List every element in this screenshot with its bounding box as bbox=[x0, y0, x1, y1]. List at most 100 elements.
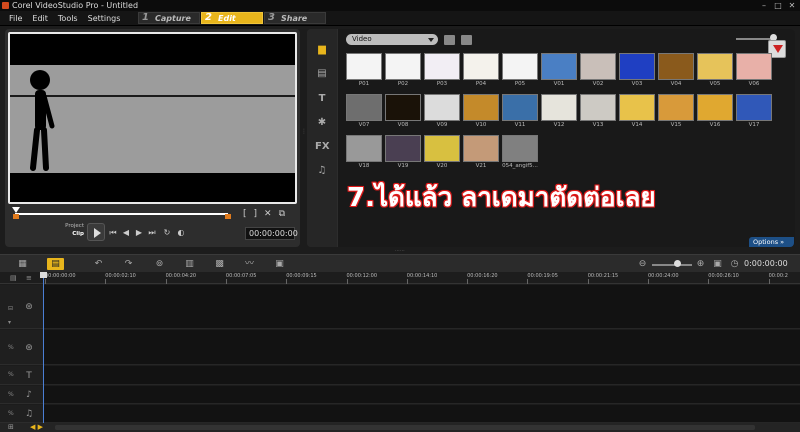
volume-icon[interactable]: ◐ bbox=[176, 228, 186, 238]
library-thumbnail[interactable]: V19 bbox=[385, 135, 421, 171]
library-thumbnail[interactable]: V06 bbox=[736, 53, 772, 89]
scrollbar-track[interactable] bbox=[55, 425, 755, 430]
library-thumbnail[interactable]: V15 bbox=[658, 94, 694, 130]
end-icon[interactable]: ⏭ bbox=[147, 228, 157, 238]
preview-timecode[interactable]: 00:00:00:00 bbox=[245, 227, 298, 240]
previous-frame-icon[interactable]: ◀ bbox=[121, 228, 131, 238]
music-track-icon[interactable]: ♫ bbox=[22, 408, 36, 420]
timeline-playhead[interactable] bbox=[43, 272, 44, 432]
step-capture-tab[interactable]: 1 Capture bbox=[138, 12, 200, 24]
project-clip-toggle[interactable]: Project Clip bbox=[60, 222, 84, 238]
repeat-icon[interactable]: ↻ bbox=[162, 228, 172, 238]
home-icon[interactable]: ⏮ bbox=[108, 228, 118, 238]
library-category-dropdown[interactable]: Video bbox=[346, 34, 438, 45]
redo-icon[interactable]: ↷ bbox=[120, 258, 137, 270]
enlarge-icon[interactable]: ⧉ bbox=[279, 209, 285, 219]
library-thumbnail[interactable]: V17 bbox=[736, 94, 772, 130]
overlay-track-icon[interactable]: ⊛ bbox=[22, 342, 36, 354]
minimize-icon[interactable]: – bbox=[759, 1, 769, 10]
menu-file[interactable]: File bbox=[4, 11, 27, 26]
link-icon[interactable]: % bbox=[8, 391, 16, 398]
sound-mixer-icon[interactable]: ▥ bbox=[181, 258, 198, 270]
video-track-icon[interactable]: ⊛ bbox=[22, 301, 36, 313]
library-thumbnail[interactable]: V04 bbox=[658, 53, 694, 89]
library-thumbnail[interactable]: V20 bbox=[424, 135, 460, 171]
library-thumbnail[interactable]: V14 bbox=[619, 94, 655, 130]
options-button[interactable]: Options » bbox=[749, 237, 794, 247]
filter-fx-icon[interactable]: FX bbox=[315, 140, 330, 153]
overlay-track[interactable] bbox=[44, 330, 800, 365]
timeline-ruler[interactable]: ▤ ≡ 00:00:00:00 00:00:02:10 00:00:04:20 00:… bbox=[0, 272, 800, 284]
library-thumbnail[interactable]: V11 bbox=[502, 94, 538, 130]
scroll-arrows-icon[interactable]: ◀ ▶ bbox=[30, 423, 43, 432]
link-icon[interactable]: % bbox=[8, 410, 16, 417]
track-manager-icon[interactable]: ▤ bbox=[10, 274, 17, 282]
link-icon[interactable]: % bbox=[8, 371, 16, 378]
timeline-view-icon[interactable]: ▤ bbox=[47, 258, 64, 270]
library-thumbnail[interactable]: P01 bbox=[346, 53, 382, 89]
ripple-edit-icon[interactable]: ⊟ bbox=[8, 305, 16, 312]
timeline-zoom-knob[interactable] bbox=[674, 260, 681, 267]
title-track[interactable] bbox=[44, 366, 800, 385]
library-thumbnail[interactable]: V05 bbox=[697, 53, 733, 89]
trim-start-marker[interactable] bbox=[13, 214, 19, 219]
maximize-icon[interactable]: □ bbox=[773, 1, 783, 10]
menu-edit[interactable]: Edit bbox=[27, 11, 53, 26]
undo-icon[interactable]: ↶ bbox=[90, 258, 107, 270]
panel-splitter-horizontal[interactable]: ⋯⋯ bbox=[390, 249, 410, 254]
library-thumbnail[interactable]: V07 bbox=[346, 94, 382, 130]
library-thumbnail[interactable]: V03 bbox=[619, 53, 655, 89]
panel-splitter-vertical[interactable]: ⋮ bbox=[301, 129, 307, 144]
step-share-tab[interactable]: 3 Share bbox=[264, 12, 326, 24]
graphic-icon[interactable]: ✱ bbox=[315, 116, 329, 129]
storyboard-view-icon[interactable]: ▦ bbox=[14, 258, 31, 270]
record-capture-icon[interactable]: ⊚ bbox=[151, 258, 168, 270]
zoom-in-icon[interactable]: ⊕ bbox=[692, 258, 709, 270]
scrubber-bar[interactable] bbox=[15, 213, 228, 215]
mark-out-button[interactable]: ] bbox=[254, 209, 258, 219]
import-media-icon[interactable] bbox=[461, 35, 472, 45]
media-folder-icon[interactable]: ▆ bbox=[315, 43, 329, 56]
library-thumbnail[interactable]: V16 bbox=[697, 94, 733, 130]
play-button[interactable] bbox=[87, 223, 105, 241]
auto-music-icon[interactable]: ▩ bbox=[211, 258, 228, 270]
trim-end-marker[interactable] bbox=[225, 214, 231, 219]
audio-wave-icon[interactable]: 〰 bbox=[241, 258, 258, 270]
title-icon[interactable]: T bbox=[315, 92, 329, 105]
instant-project-icon[interactable]: ▤ bbox=[315, 67, 329, 80]
split-clip-icon[interactable]: ✕ bbox=[264, 209, 272, 219]
link-icon[interactable]: % bbox=[8, 344, 16, 351]
microphone-icon[interactable]: ♪ bbox=[22, 389, 36, 401]
voice-track[interactable] bbox=[44, 386, 800, 404]
timeline-zoom-slider[interactable] bbox=[652, 264, 692, 266]
library-thumbnail[interactable]: V13 bbox=[580, 94, 616, 130]
library-thumbnail[interactable]: V09 bbox=[424, 94, 460, 130]
library-thumbnail[interactable]: V18 bbox=[346, 135, 382, 171]
playhead-handle[interactable] bbox=[40, 272, 47, 278]
library-thumbnail[interactable]: P02 bbox=[385, 53, 421, 89]
chapter-icon[interactable]: ≡ bbox=[26, 274, 32, 282]
library-thumbnail[interactable]: V10 bbox=[463, 94, 499, 130]
next-frame-icon[interactable]: ▶ bbox=[134, 228, 144, 238]
title-track-icon[interactable]: T bbox=[22, 370, 36, 382]
menu-tools[interactable]: Tools bbox=[53, 11, 83, 26]
library-thumbnail[interactable]: V08 bbox=[385, 94, 421, 130]
mark-in-button[interactable]: [ bbox=[243, 209, 247, 219]
menu-settings[interactable]: Settings bbox=[83, 11, 126, 26]
timeline-timecode[interactable]: 0:00:00:00 bbox=[744, 259, 788, 269]
step-edit-tab[interactable]: 2 Edit bbox=[201, 12, 263, 24]
library-thumbnail[interactable]: P03 bbox=[424, 53, 460, 89]
dropdown-arrow-icon[interactable]: ▾ bbox=[8, 319, 16, 326]
music-track[interactable] bbox=[44, 405, 800, 423]
library-thumbnail[interactable]: V12 bbox=[541, 94, 577, 130]
library-thumbnail[interactable]: P05 bbox=[502, 53, 538, 89]
motion-track-icon[interactable]: ▣ bbox=[271, 258, 288, 270]
library-thumbnail[interactable]: 054_angif5... bbox=[502, 135, 538, 171]
library-thumbnail[interactable]: P04 bbox=[463, 53, 499, 89]
close-icon[interactable]: ✕ bbox=[787, 1, 797, 10]
timeline-scrollbar[interactable]: ⊞ ◀ ▶ bbox=[0, 423, 800, 432]
zoom-out-icon[interactable]: ⊖ bbox=[634, 258, 651, 270]
audio-icon[interactable]: ♫ bbox=[315, 164, 329, 177]
library-thumbnail[interactable]: V02 bbox=[580, 53, 616, 89]
add-folder-icon[interactable] bbox=[444, 35, 455, 45]
